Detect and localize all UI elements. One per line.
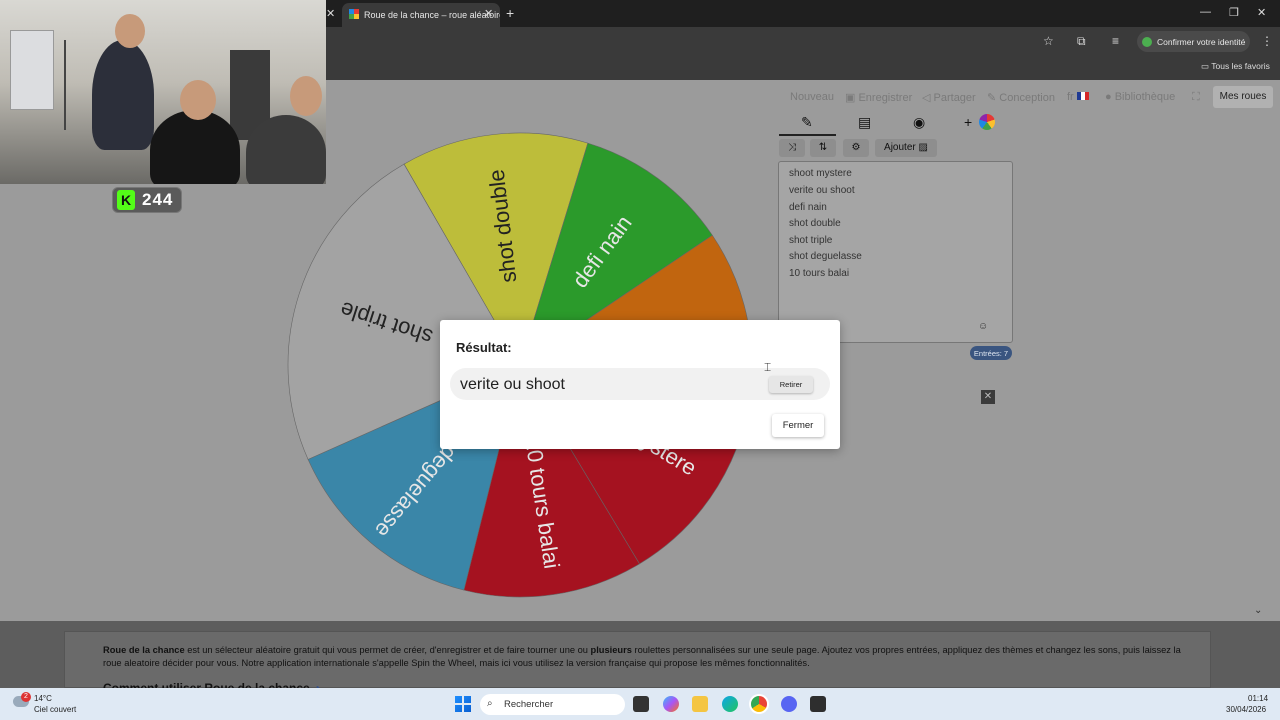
shuffle-button[interactable]: ⤨ <box>779 139 805 157</box>
description-part1: est un sélecteur aléatoire gratuit qui v… <box>184 645 591 655</box>
nav-design-button[interactable]: ✎ Conception <box>987 91 1055 104</box>
weather-condition[interactable]: Ciel couvert <box>34 705 76 714</box>
description-bold: plusieurs <box>590 645 632 655</box>
result-dialog: Résultat: verite ou shoot Retirer Fermer <box>440 320 840 449</box>
previous-tab-close-icon[interactable]: ✕ <box>326 7 335 20</box>
taskbar-search[interactable]: Rechercher <box>480 694 625 715</box>
nav-design-label: Conception <box>999 92 1055 104</box>
fullscreen-icon[interactable]: ⛶ <box>1192 91 1200 104</box>
brand-name: Roue de la chance <box>103 645 185 655</box>
person-head <box>115 14 145 48</box>
edit-entries-tab-icon[interactable]: ✎ <box>801 114 813 131</box>
chrome-icon[interactable] <box>751 696 767 712</box>
edge-icon[interactable] <box>722 696 738 712</box>
nav-library-label: Bibliothèque <box>1114 91 1176 103</box>
site-favicon-icon <box>349 9 359 19</box>
close-ad-icon[interactable]: ✕ <box>981 390 995 404</box>
nav-save-button[interactable]: ▣ Enregistrer <box>845 91 912 104</box>
kick-logo-icon: K <box>117 190 135 210</box>
mouse-cursor-icon: ⌶ <box>764 360 772 374</box>
hide-tab-icon[interactable]: ◉ <box>913 114 925 131</box>
notification-badge: 2 <box>21 692 31 702</box>
person-seated-center <box>150 110 240 184</box>
shuffle-icon: ⤨ <box>788 142 796 153</box>
add-image-button[interactable]: Ajouter ▨ <box>875 139 937 157</box>
description-text: Roue de la chance est un sélecteur aléat… <box>103 644 1183 670</box>
entry-line: defi nain <box>789 202 827 213</box>
reading-list-icon[interactable]: ≡ <box>1112 34 1119 48</box>
app-icon[interactable] <box>810 696 826 712</box>
my-wheels-button[interactable]: Mes roues <box>1213 86 1273 108</box>
share-icon: ◁ <box>922 92 934 104</box>
result-value: verite ou shoot <box>460 376 565 393</box>
remove-button[interactable]: Retirer <box>769 376 813 393</box>
french-flag-icon <box>1076 92 1089 100</box>
nav-share-label: Partager <box>933 92 976 104</box>
close-button[interactable]: Fermer <box>772 414 824 437</box>
restore-icon[interactable]: ❐ <box>1229 6 1239 19</box>
editor-tabs: ✎ ▤ ◉ + <box>779 114 1011 136</box>
image-icon: ▨ <box>918 142 928 153</box>
webcam-overlay <box>0 0 326 184</box>
entries-count-badge: Entrées: 7 <box>970 346 1012 360</box>
globe-icon: ● <box>1105 91 1115 103</box>
results-tab-icon[interactable]: ▤ <box>858 114 871 131</box>
entry-line: shot triple <box>789 235 833 246</box>
temperature[interactable]: 14°C <box>34 694 52 703</box>
discord-icon[interactable] <box>781 696 797 712</box>
copilot-icon[interactable] <box>663 696 679 712</box>
bookmark-star-icon[interactable]: ☆ <box>1043 34 1054 48</box>
sort-icon: ⇅ <box>818 142 828 153</box>
browser-menu-icon[interactable]: ⋮ <box>1261 34 1273 48</box>
entry-line: shot double <box>789 218 841 229</box>
all-bookmarks-button[interactable]: ▭ Tous les favoris <box>1201 61 1270 72</box>
webcam-window <box>10 30 54 110</box>
all-bookmarks-label: Tous les favoris <box>1211 61 1270 71</box>
add-image-label: Ajouter <box>884 142 916 153</box>
active-tab[interactable]: Roue de la chance – roue aléatoire <box>342 3 500 27</box>
chevron-down-icon[interactable]: ⌄ <box>1254 605 1262 616</box>
coat-rack <box>64 40 84 130</box>
entry-line: 10 tours balai <box>789 268 850 279</box>
person-head <box>180 80 216 120</box>
window-close-icon[interactable]: ✕ <box>1257 6 1266 19</box>
gear-icon: ⚙ <box>851 142 861 153</box>
person-head <box>290 76 322 116</box>
new-tab-icon[interactable]: + <box>506 5 514 21</box>
person-standing <box>92 40 154 150</box>
tab-close-icon[interactable]: ✕ <box>484 7 493 20</box>
nav-share-button[interactable]: ◁ Partager <box>922 91 976 104</box>
entry-line: verite ou shoot <box>789 185 855 196</box>
viewer-count: 244 <box>142 190 174 209</box>
nav-save-label: Enregistrer <box>858 92 913 104</box>
active-tab-indicator <box>779 134 836 136</box>
confirm-identity-button[interactable]: Confirmer votre identité <box>1137 31 1250 52</box>
save-icon: ▣ <box>845 92 859 104</box>
pencil-icon: ✎ <box>987 92 1000 104</box>
nav-library-button[interactable]: ● Bibliothèque <box>1105 91 1175 103</box>
emoji-icon[interactable]: ☺ <box>978 321 988 332</box>
entry-line: shoot mystere <box>789 168 852 179</box>
nav-language-label: fr <box>1067 91 1074 103</box>
minimize-icon[interactable]: — <box>1200 6 1211 18</box>
sort-button[interactable]: ⇅ <box>810 139 836 157</box>
task-view-icon[interactable] <box>633 696 649 712</box>
settings-button[interactable]: ⚙ <box>843 139 869 157</box>
person-seated-right <box>246 115 326 184</box>
search-icon: ⌕ <box>487 698 493 709</box>
extensions-icon[interactable]: ⧉ <box>1077 34 1086 49</box>
windows-start-icon[interactable] <box>455 696 471 712</box>
file-explorer-icon[interactable] <box>692 696 708 712</box>
profile-icon <box>1142 37 1152 47</box>
dialog-title: Résultat: <box>456 340 512 355</box>
add-wheel-icon[interactable]: + <box>964 114 972 130</box>
clock-date[interactable]: 30/04/2026 <box>1226 705 1266 714</box>
entry-line: shot deguelasse <box>789 251 862 262</box>
color-wheel-icon[interactable] <box>979 114 995 130</box>
clock-time[interactable]: 01:14 <box>1248 694 1268 703</box>
nav-new-button[interactable]: Nouveau <box>790 91 834 103</box>
nav-language-button[interactable]: fr <box>1067 91 1089 103</box>
